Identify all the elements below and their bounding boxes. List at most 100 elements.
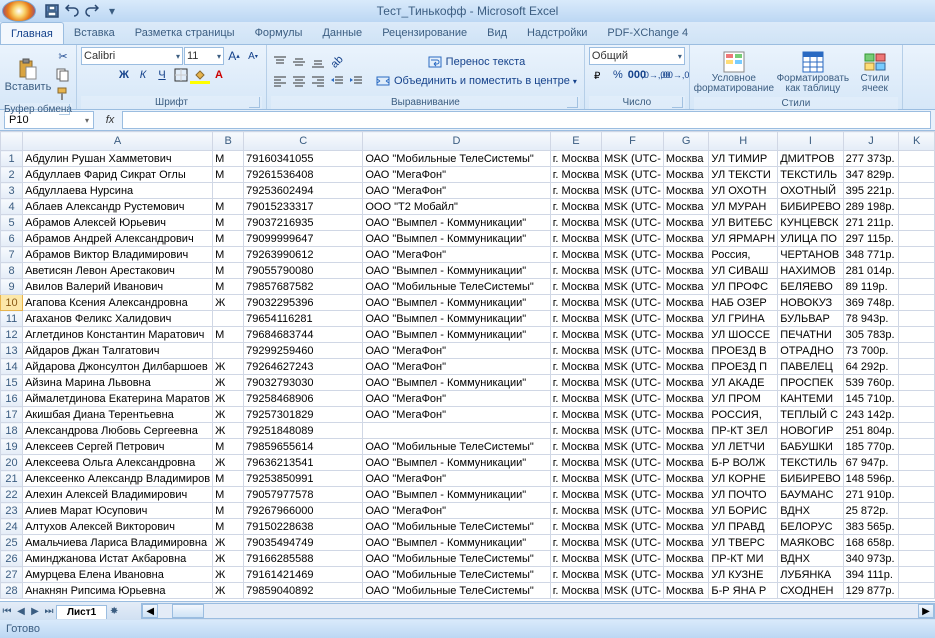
cell[interactable] [899, 343, 935, 359]
number-launcher-icon[interactable] [672, 97, 683, 108]
cell[interactable]: 340 973р. [843, 551, 899, 567]
cell[interactable]: УЛ ВИТЕБС [709, 215, 778, 231]
merge-center-button[interactable]: Объединить и поместить в центре▾ [373, 72, 580, 90]
cell[interactable]: М [213, 503, 244, 519]
cell[interactable]: ОХОТНЫЙ [778, 183, 843, 199]
cell[interactable]: Ж [213, 391, 244, 407]
cell[interactable]: 271 910р. [843, 487, 899, 503]
cell[interactable]: Россия, [709, 247, 778, 263]
cell[interactable]: 145 710р. [843, 391, 899, 407]
cell[interactable]: 79032793030 [244, 375, 363, 391]
cell[interactable]: ОАО "Вымпел - Коммуникации" [363, 487, 550, 503]
cell[interactable]: MSK (UTC- [602, 503, 664, 519]
font-size-combo[interactable]: 11▾ [184, 47, 224, 65]
cell[interactable]: MSK (UTC- [602, 375, 664, 391]
cell[interactable]: ОАО "Мобильные ТелеСистемы" [363, 551, 550, 567]
row-header[interactable]: 24 [1, 519, 23, 535]
tab-рецензирование[interactable]: Рецензирование [372, 22, 477, 44]
cell[interactable]: Амурцева Елена Ивановна [23, 567, 213, 583]
tab-данные[interactable]: Данные [312, 22, 372, 44]
cell[interactable]: Абдуллаева Нурсина [23, 183, 213, 199]
cell[interactable]: Абрамов Виктор Владимирович [23, 247, 213, 263]
cell[interactable]: MSK (UTC- [602, 231, 664, 247]
cell[interactable]: НОВОГИР [778, 423, 843, 439]
row-header[interactable]: 23 [1, 503, 23, 519]
cell[interactable]: 73 700р. [843, 343, 899, 359]
cell[interactable]: 281 014р. [843, 263, 899, 279]
cell[interactable] [363, 423, 550, 439]
cell[interactable] [899, 295, 935, 311]
col-header-F[interactable]: F [602, 132, 664, 151]
underline-button[interactable]: Ч [153, 66, 171, 84]
cell[interactable]: УЛ ТЕКСТИ [709, 167, 778, 183]
cell[interactable]: УЛ АКАДЕ [709, 375, 778, 391]
cell[interactable]: Москва [663, 567, 708, 583]
cell[interactable]: ОАО "МегаФон" [363, 503, 550, 519]
cell[interactable]: Москва [663, 183, 708, 199]
cell[interactable]: НОВОКУЗ [778, 295, 843, 311]
cell[interactable]: КАНТЕМИ [778, 391, 843, 407]
cell[interactable]: УЛ ТВЕРС [709, 535, 778, 551]
italic-button[interactable]: К [134, 66, 152, 84]
cell[interactable] [899, 551, 935, 567]
cell[interactable]: г. Москва [550, 167, 601, 183]
cell[interactable]: MSK (UTC- [602, 295, 664, 311]
scroll-thumb[interactable] [172, 604, 204, 618]
cell[interactable]: г. Москва [550, 279, 601, 295]
cell[interactable]: г. Москва [550, 535, 601, 551]
tab-nav-first-icon[interactable]: ⏮ [0, 604, 14, 618]
cell[interactable]: БАБУШКИ [778, 439, 843, 455]
percent-icon[interactable]: % [609, 66, 627, 84]
paste-button[interactable]: Вставить [4, 50, 52, 100]
cell[interactable]: УЛ ЛЕТЧИ [709, 439, 778, 455]
cell[interactable]: ВДНХ [778, 551, 843, 567]
cell[interactable] [899, 231, 935, 247]
cell[interactable]: г. Москва [550, 247, 601, 263]
cell[interactable]: 78 943р. [843, 311, 899, 327]
cell[interactable]: Москва [663, 279, 708, 295]
office-button[interactable] [2, 0, 36, 22]
row-header[interactable]: 27 [1, 567, 23, 583]
cell[interactable]: 297 115р. [843, 231, 899, 247]
cell[interactable]: 79263990612 [244, 247, 363, 263]
cell[interactable]: 251 804р. [843, 423, 899, 439]
cell[interactable]: Москва [663, 551, 708, 567]
cell[interactable] [899, 327, 935, 343]
cell[interactable] [899, 471, 935, 487]
cell[interactable]: ПР-КТ МИ [709, 551, 778, 567]
cell[interactable]: М [213, 231, 244, 247]
cell[interactable]: MSK (UTC- [602, 535, 664, 551]
cell[interactable]: г. Москва [550, 199, 601, 215]
cell[interactable]: Акишбая Диана Терентьевна [23, 407, 213, 423]
cell[interactable]: ПЕЧАТНИ [778, 327, 843, 343]
cell[interactable]: г. Москва [550, 311, 601, 327]
align-right-icon[interactable] [309, 72, 327, 90]
cell[interactable]: 79055790080 [244, 263, 363, 279]
cell[interactable]: ПАВЕЛЕЦ [778, 359, 843, 375]
cell[interactable]: Москва [663, 359, 708, 375]
shrink-font-icon[interactable]: A▾ [244, 47, 262, 65]
cell[interactable]: 79267966000 [244, 503, 363, 519]
cell[interactable]: 79261536408 [244, 167, 363, 183]
row-header[interactable]: 25 [1, 535, 23, 551]
font-name-combo[interactable]: Calibri▾ [81, 47, 183, 65]
cell[interactable]: Москва [663, 439, 708, 455]
cell[interactable]: Москва [663, 583, 708, 599]
cut-icon[interactable]: ✂ [54, 47, 72, 65]
cell[interactable]: Москва [663, 247, 708, 263]
cell[interactable]: г. Москва [550, 551, 601, 567]
cell[interactable]: Ж [213, 407, 244, 423]
row-header[interactable]: 18 [1, 423, 23, 439]
save-icon[interactable] [42, 2, 62, 20]
increase-indent-icon[interactable] [347, 72, 365, 90]
border-icon[interactable] [172, 66, 190, 84]
cell[interactable]: г. Москва [550, 343, 601, 359]
cell[interactable]: ОАО "Вымпел - Коммуникации" [363, 455, 550, 471]
cell[interactable]: М [213, 167, 244, 183]
cell[interactable]: МАЯКОВС [778, 535, 843, 551]
cell[interactable]: М [213, 247, 244, 263]
cell[interactable]: MSK (UTC- [602, 215, 664, 231]
cell[interactable]: НАХИМОВ [778, 263, 843, 279]
cell[interactable]: ОАО "Мобильные ТелеСистемы" [363, 567, 550, 583]
cell[interactable]: УЛ ПРАВД [709, 519, 778, 535]
